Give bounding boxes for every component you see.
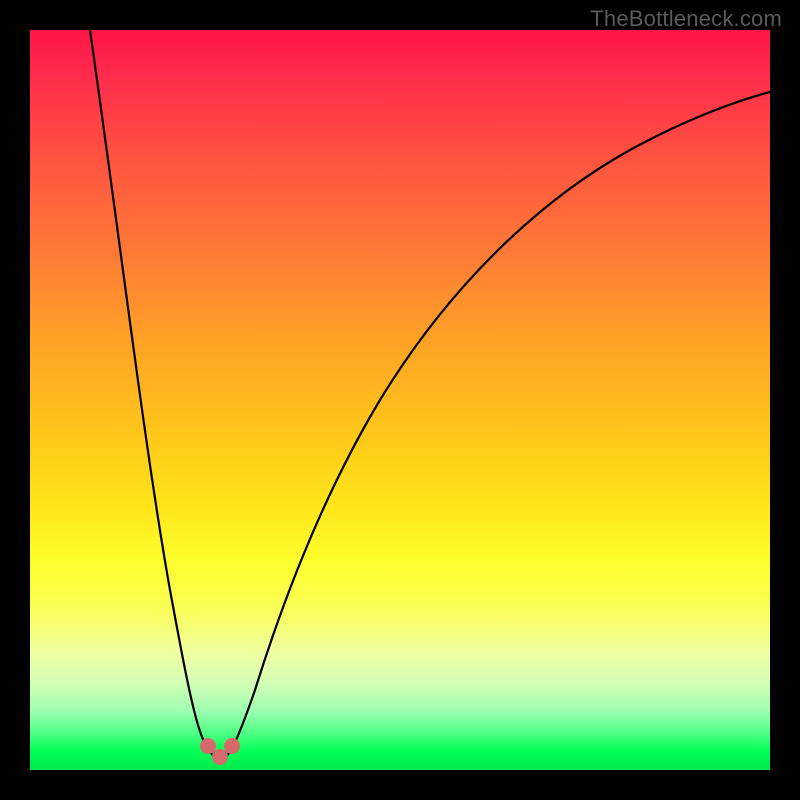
- curve-left-branch: [90, 30, 210, 752]
- watermark-text: TheBottleneck.com: [590, 6, 782, 32]
- plot-area: [30, 30, 770, 770]
- chart-frame: TheBottleneck.com: [0, 0, 800, 800]
- curve-layer: [30, 30, 770, 770]
- curve-right-branch: [230, 92, 770, 752]
